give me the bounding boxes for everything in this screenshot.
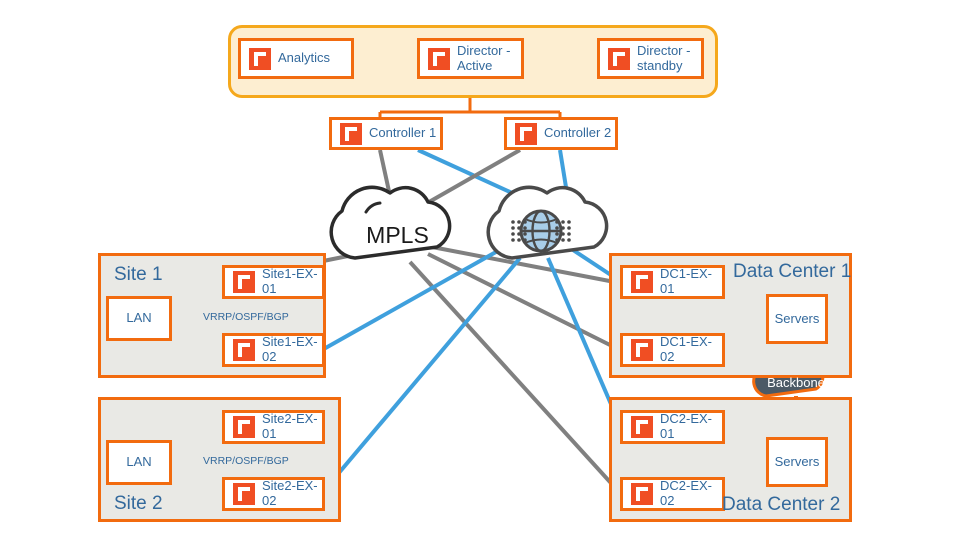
- node-site2-ex-01-label: Site2-EX-01: [262, 411, 318, 441]
- node-analytics[interactable]: Analytics: [238, 38, 354, 79]
- mpls-cloud-label: MPLS: [366, 222, 429, 248]
- node-dc2-ex-02-label: DC2-EX-02: [660, 478, 713, 508]
- riverbed-logo-icon: [340, 122, 362, 145]
- node-controller-1-label: Controller 1: [369, 125, 437, 141]
- riverbed-logo-icon: [631, 416, 653, 438]
- node-dc1-ex-02-label: DC1-EX-02: [660, 334, 713, 364]
- node-dc1-ex-01[interactable]: DC1-EX-01: [620, 265, 725, 299]
- node-director-active[interactable]: Director - Active: [417, 38, 524, 79]
- controller-to-cloud-links: [378, 148, 572, 213]
- internet-cloud-shape: [486, 185, 609, 260]
- left-dot-grid-icon: [511, 220, 527, 242]
- riverbed-logo-icon: [631, 271, 653, 293]
- node-controller-2-label: Controller 2: [544, 125, 612, 141]
- backbone-cloud-label: Backbone: [767, 375, 825, 390]
- node-controller-1[interactable]: Controller 1: [329, 117, 443, 150]
- node-site-1-lan-label: LAN: [126, 310, 152, 326]
- network-diagram-canvas: Analytics Director - Active Director - s…: [0, 0, 961, 550]
- node-site2-ex-02[interactable]: Site2-EX-02: [222, 477, 325, 511]
- panel-site-1-title: Site 1: [114, 264, 163, 285]
- management-to-controller-links: [378, 98, 562, 117]
- node-site1-ex-02[interactable]: Site1-EX-02: [222, 333, 325, 367]
- node-site2-ex-02-label: Site2-EX-02: [262, 478, 318, 508]
- panel-site-2-title: Site 2: [114, 493, 163, 514]
- riverbed-logo-icon: [233, 271, 255, 293]
- riverbed-logo-icon: [428, 47, 450, 70]
- node-site1-ex-01[interactable]: Site1-EX-01: [222, 265, 325, 299]
- node-site1-ex-01-label: Site1-EX-01: [262, 266, 318, 296]
- node-analytics-label: Analytics: [278, 50, 331, 66]
- node-site-1-lan[interactable]: LAN: [106, 296, 172, 341]
- riverbed-logo-icon: [233, 339, 255, 361]
- riverbed-logo-icon: [249, 47, 271, 70]
- node-dc2-ex-02[interactable]: DC2-EX-02: [620, 477, 725, 511]
- internet-transport-links: [320, 246, 622, 495]
- riverbed-logo-icon: [608, 47, 630, 70]
- node-site-2-lan[interactable]: LAN: [106, 440, 172, 485]
- node-dc1-ex-01-label: DC1-EX-01: [660, 266, 713, 296]
- riverbed-logo-icon: [631, 483, 653, 505]
- node-dc2-servers[interactable]: Servers: [766, 437, 828, 487]
- panel-data-center-1-title: Data Center 1: [733, 261, 852, 282]
- right-dot-grid-icon: [555, 220, 571, 242]
- node-director-active-label: Director - Active: [457, 42, 511, 73]
- node-site-2-lan-label: LAN: [126, 454, 152, 470]
- riverbed-logo-icon: [233, 483, 255, 505]
- node-site1-ex-02-label: Site1-EX-02: [262, 334, 318, 364]
- mpls-cloud-label-wrap: MPLS: [340, 222, 455, 252]
- node-director-standby[interactable]: Director - standby: [597, 38, 704, 79]
- site-2-protocol-label: VRRP/OSPF/BGP: [203, 455, 289, 467]
- riverbed-logo-icon: [631, 339, 653, 361]
- node-controller-2[interactable]: Controller 2: [504, 117, 618, 150]
- backbone-cloud-label-wrap: Backbone: [756, 375, 836, 393]
- site-1-protocol-label: VRRP/OSPF/BGP: [203, 311, 289, 323]
- node-dc1-ex-02[interactable]: DC1-EX-02: [620, 333, 725, 367]
- node-dc2-ex-01[interactable]: DC2-EX-01: [620, 410, 725, 444]
- node-dc2-servers-label: Servers: [774, 453, 820, 469]
- node-director-standby-label: Director - standby: [637, 42, 691, 73]
- panel-data-center-2-title: Data Center 2: [722, 494, 841, 515]
- node-site2-ex-01[interactable]: Site2-EX-01: [222, 410, 325, 444]
- node-dc2-ex-01-label: DC2-EX-01: [660, 411, 713, 441]
- node-dc1-servers-label: Servers: [774, 310, 820, 326]
- riverbed-logo-icon: [233, 416, 255, 438]
- globe-icon: [519, 209, 563, 253]
- riverbed-logo-icon: [515, 122, 537, 145]
- node-dc1-servers[interactable]: Servers: [766, 294, 828, 344]
